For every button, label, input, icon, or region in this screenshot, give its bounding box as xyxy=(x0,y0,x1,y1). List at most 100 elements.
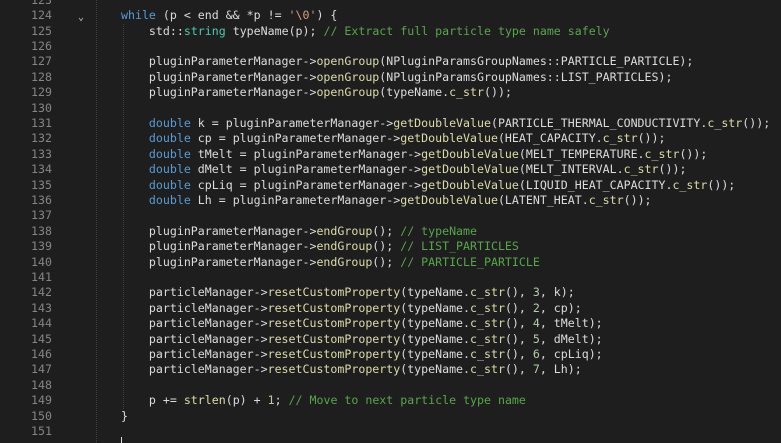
code-token: c_str xyxy=(588,192,624,207)
code-text[interactable]: particleManager->resetCustomProperty(typ… xyxy=(121,285,575,300)
code-line[interactable]: 148 xyxy=(0,378,781,393)
code-text[interactable]: pluginParameterManager->endGroup(); // P… xyxy=(121,255,540,270)
code-token: (typeName. xyxy=(379,85,450,100)
code-token: -> xyxy=(302,54,317,69)
code-text[interactable]: pluginParameterManager->openGroup(NPlugi… xyxy=(121,54,693,69)
code-token: openGroup xyxy=(316,54,380,69)
code-line[interactable]: 130 xyxy=(0,101,781,116)
code-line[interactable]: 146 particleManager->resetCustomProperty… xyxy=(0,347,781,362)
code-line[interactable]: 124 while (p < end && *p != '\0') { xyxy=(0,8,781,23)
code-token: double xyxy=(148,177,191,192)
code-line[interactable]: 135 double cpLiq = pluginParameterManage… xyxy=(0,178,781,193)
code-token: resetCustomProperty xyxy=(267,331,401,346)
code-text[interactable]: pluginParameterManager->openGroup(typeNa… xyxy=(121,85,512,100)
code-token: (), xyxy=(504,331,533,346)
code-line[interactable]: 123 xyxy=(0,0,781,8)
code-token: (), xyxy=(504,285,533,300)
code-token: getDoubleValue xyxy=(400,131,498,146)
code-text[interactable]: double tMelt = pluginParameterManager->g… xyxy=(121,147,707,162)
text-cursor xyxy=(121,437,122,443)
code-line[interactable]: 145 particleManager->resetCustomProperty… xyxy=(0,332,781,347)
code-line[interactable]: 149 p += strlen(p) + 1; // Move to next … xyxy=(0,393,781,408)
code-text[interactable]: double cp = pluginParameterManager->getD… xyxy=(121,131,666,146)
code-token: (p); xyxy=(288,23,324,38)
code-token: c_str xyxy=(470,346,505,361)
code-token: // LIST_PARTICLES xyxy=(400,239,519,254)
code-text[interactable]: double cpLiq = pluginParameterManager->g… xyxy=(121,178,735,193)
code-text[interactable]: particleManager->resetCustomProperty(typ… xyxy=(121,362,582,377)
code-token: ()); xyxy=(679,146,708,161)
code-token: double xyxy=(148,146,191,161)
code-token: ()); xyxy=(484,85,512,100)
code-line[interactable]: 126 xyxy=(0,39,781,54)
code-text[interactable]: while (p < end && *p != '\0') { xyxy=(121,8,337,23)
line-number: 144 xyxy=(31,316,52,331)
code-line[interactable]: 141 xyxy=(0,270,781,285)
code-line[interactable]: 133 double tMelt = pluginParameterManage… xyxy=(0,147,781,162)
code-token: resetCustomProperty xyxy=(267,300,401,315)
code-token: , Lh); xyxy=(539,362,582,377)
code-line[interactable]: 150} xyxy=(0,409,781,424)
code-token: ; xyxy=(274,393,289,408)
code-token: getDoubleValue xyxy=(393,115,491,130)
line-number: 148 xyxy=(31,377,52,392)
code-text[interactable]: particleManager->resetCustomProperty(typ… xyxy=(121,316,603,331)
code-text[interactable]: p += strlen(p) + 1; // Move to next part… xyxy=(121,393,526,408)
code-token: resetCustomProperty xyxy=(267,316,401,331)
code-line[interactable]: 139 pluginParameterManager->endGroup(); … xyxy=(0,239,781,254)
code-text[interactable]: pluginParameterManager->openGroup(NPlugi… xyxy=(121,69,673,85)
code-token: // typeName xyxy=(400,223,477,238)
code-token: (typeName. xyxy=(400,285,471,300)
code-line[interactable]: 125 std::string typeName(p); // Extract … xyxy=(0,24,781,39)
code-text[interactable]: } xyxy=(121,409,128,424)
code-token: std xyxy=(121,23,170,38)
code-text[interactable]: particleManager->resetCustomProperty(typ… xyxy=(121,332,603,347)
code-line[interactable]: 128 pluginParameterManager->openGroup(NP… xyxy=(0,70,781,85)
code-editor[interactable]: ⌄ 123124while (p < end && *p != '\0') {1… xyxy=(0,0,781,443)
code-token: endGroup xyxy=(316,239,373,254)
code-text[interactable]: particleManager->resetCustomProperty(typ… xyxy=(121,301,582,316)
code-text[interactable]: double k = pluginParameterManager->getDo… xyxy=(121,116,770,131)
code-token: double xyxy=(148,131,191,146)
indent-guide xyxy=(96,0,97,443)
code-text[interactable]: pluginParameterManager->endGroup(); // L… xyxy=(121,239,519,254)
code-token: resetCustomProperty xyxy=(267,285,401,300)
code-token: (NPluginParamsGroupNames::PARTICLE_PARTI… xyxy=(379,54,694,69)
code-token: double xyxy=(148,162,191,177)
code-token: (); xyxy=(372,254,401,269)
code-line[interactable]: 136 double Lh = pluginParameterManager->… xyxy=(0,193,781,208)
code-line[interactable]: 137 xyxy=(0,208,781,223)
code-token: (typeName. xyxy=(400,362,471,377)
code-line[interactable]: 132 double cp = pluginParameterManager->… xyxy=(0,131,781,146)
code-line[interactable]: 127 pluginParameterManager->openGroup(NP… xyxy=(0,54,781,69)
code-text[interactable]: particleManager->resetCustomProperty(typ… xyxy=(121,347,603,362)
code-token: , cp); xyxy=(539,300,582,315)
code-token: -> xyxy=(302,69,317,84)
code-text[interactable]: std::string typeName(p); // Extract full… xyxy=(121,24,610,39)
code-token: (), xyxy=(504,300,533,315)
code-line[interactable]: 142 particleManager->resetCustomProperty… xyxy=(0,285,781,300)
line-number: 135 xyxy=(31,177,52,192)
code-line[interactable]: 144 particleManager->resetCustomProperty… xyxy=(0,316,781,331)
code-token: } xyxy=(121,408,128,423)
code-text[interactable]: double Lh = pluginParameterManager->getD… xyxy=(121,193,652,208)
indent-guide xyxy=(123,24,124,409)
code-line[interactable]: 134 double dMelt = pluginParameterManage… xyxy=(0,162,781,177)
code-token: pluginParameterManager-> xyxy=(121,239,317,254)
code-line[interactable]: 131 double k = pluginParameterManager->g… xyxy=(0,116,781,131)
code-line[interactable]: 140 pluginParameterManager->endGroup(); … xyxy=(0,255,781,270)
code-text[interactable]: pluginParameterManager->endGroup(); // t… xyxy=(121,224,477,239)
code-line[interactable]: 138 pluginParameterManager->endGroup(); … xyxy=(0,224,781,239)
code-line[interactable]: 143 particleManager->resetCustomProperty… xyxy=(0,301,781,316)
line-number: 142 xyxy=(31,285,52,300)
code-line[interactable]: 129 pluginParameterManager->openGroup(ty… xyxy=(0,85,781,100)
code-line[interactable]: 147 particleManager->resetCustomProperty… xyxy=(0,362,781,377)
code-line[interactable]: 151 xyxy=(0,424,781,439)
code-token: dMelt = pluginParameterManager-> xyxy=(190,162,422,177)
code-text[interactable]: double dMelt = pluginParameterManager->g… xyxy=(121,162,687,177)
line-number: 136 xyxy=(31,192,52,207)
code-token: (LIQUID_HEAT_CAPACITY. xyxy=(518,177,673,192)
code-token: 4 xyxy=(532,316,540,331)
